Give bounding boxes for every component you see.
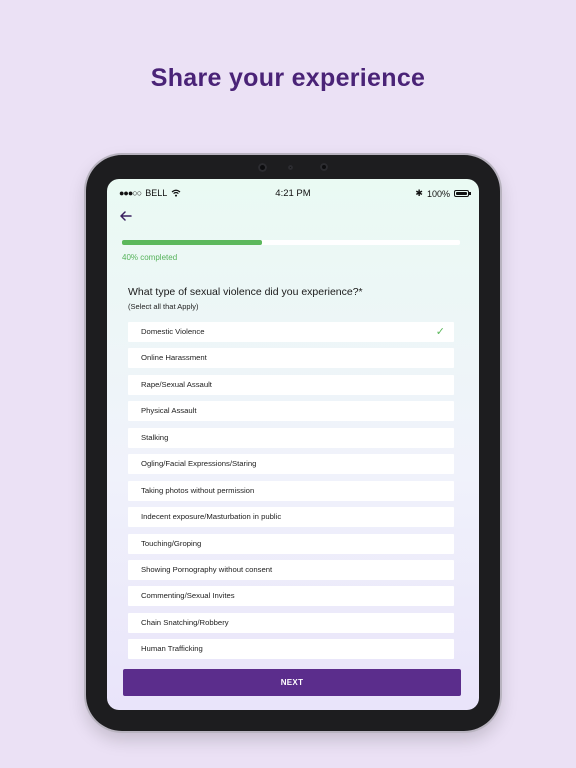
option-item[interactable]: Chain Snatching/Robbery: [128, 612, 454, 633]
status-right: ✱ 100%: [415, 188, 471, 199]
option-label: Physical Assault: [141, 406, 197, 416]
option-label: Touching/Groping: [141, 538, 202, 548]
battery-icon: [454, 190, 471, 197]
progress-bar-fill: [122, 240, 263, 245]
option-item[interactable]: Indecent exposure/Masturbation in public: [128, 507, 454, 528]
option-label: Commenting/Sexual Invites: [141, 591, 235, 601]
option-item[interactable]: Commenting/Sexual Invites: [128, 586, 454, 607]
option-item[interactable]: Online Harassment: [128, 348, 454, 369]
option-item[interactable]: Human Trafficking: [128, 639, 454, 660]
question-title: What type of sexual violence did you exp…: [128, 286, 363, 298]
camera-sensor-icon: [258, 163, 267, 172]
question-hint: (Select all that Apply): [128, 302, 199, 311]
option-label: Domestic Violence: [141, 327, 205, 336]
option-label: Online Harassment: [141, 353, 207, 363]
camera-lens-icon: [320, 163, 328, 171]
option-label: Indecent exposure/Masturbation in public: [141, 512, 282, 522]
option-item[interactable]: Domestic Violence ✓: [128, 322, 454, 342]
option-label: Showing Pornography without consent: [141, 564, 273, 574]
option-item[interactable]: Stalking: [128, 427, 454, 448]
option-label: Taking photos without permission: [141, 485, 255, 495]
progress-label: 40% completed: [122, 253, 178, 262]
next-button[interactable]: NEXT: [123, 669, 461, 696]
options-list: Domestic Violence ✓ Online Harassment Rape/…: [128, 322, 454, 666]
option-label: Human Trafficking: [141, 644, 203, 654]
bluetooth-icon: ✱: [415, 188, 423, 198]
option-item[interactable]: Physical Assault: [128, 401, 454, 422]
page-headline: Share your experience: [150, 64, 426, 92]
camera-dot-icon: [288, 165, 293, 170]
option-item[interactable]: Taking photos without permission: [128, 480, 454, 501]
tablet-device-frame: ●●●○○ BELL 4:21 PM ✱ 100% 40% completed …: [86, 155, 500, 731]
option-label: Chain Snatching/Robbery: [141, 617, 229, 627]
option-item[interactable]: Showing Pornography without consent: [128, 559, 454, 580]
progress-bar: [122, 240, 460, 245]
back-arrow-icon[interactable]: [119, 209, 135, 225]
battery-percent: 100%: [426, 188, 450, 199]
option-item[interactable]: Rape/Sexual Assault: [128, 374, 454, 395]
app-screen: ●●●○○ BELL 4:21 PM ✱ 100% 40% completed …: [107, 179, 479, 710]
option-label: Rape/Sexual Assault: [141, 379, 212, 389]
option-item[interactable]: Ogling/Facial Expressions/Staring: [128, 454, 454, 475]
option-item[interactable]: Touching/Groping: [128, 533, 454, 554]
status-bar: ●●●○○ BELL 4:21 PM ✱ 100%: [107, 179, 479, 207]
checkmark-icon: ✓: [435, 326, 445, 338]
option-label: Ogling/Facial Expressions/Staring: [141, 459, 257, 469]
option-label: Stalking: [141, 432, 169, 442]
